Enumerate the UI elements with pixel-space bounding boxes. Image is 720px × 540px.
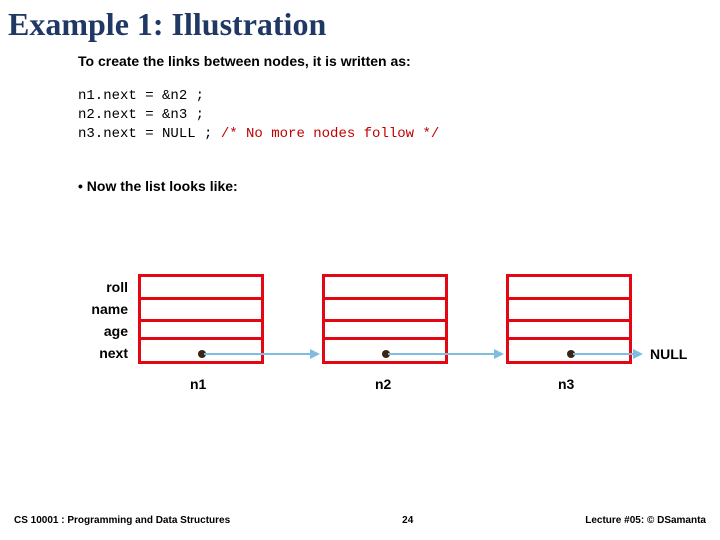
- bullet-text: • Now the list looks like:: [78, 178, 690, 194]
- field-name: name: [78, 298, 128, 320]
- footer-page-number: 24: [230, 515, 585, 526]
- footer-right: Lecture #05: © DSamanta: [585, 515, 706, 526]
- label-n3: n3: [558, 376, 574, 392]
- label-n2: n2: [375, 376, 391, 392]
- arrow-n3-null: [573, 353, 633, 355]
- label-null: NULL: [650, 346, 687, 362]
- code-line-3: n3.next = NULL ; /* No more nodes follow…: [78, 125, 690, 144]
- linked-list-diagram: roll name age next n1 n2 NULL n3: [0, 270, 720, 430]
- label-n1: n1: [190, 376, 206, 392]
- slide-title: Example 1: Illustration: [0, 0, 720, 53]
- field-age: age: [78, 320, 128, 342]
- code-comment: /* No more nodes follow */: [221, 126, 439, 142]
- code-block: n1.next = &n2 ; n2.next = &n3 ; n3.next …: [78, 87, 690, 144]
- code-line-1: n1.next = &n2 ;: [78, 87, 690, 106]
- footer-left: CS 10001 : Programming and Data Structur…: [14, 515, 230, 526]
- intro-text: To create the links between nodes, it is…: [78, 53, 690, 69]
- slide-footer: CS 10001 : Programming and Data Structur…: [14, 515, 706, 526]
- arrow-n2-n3: [388, 353, 494, 355]
- field-next: next: [78, 342, 128, 364]
- arrow-n1-n2: [204, 353, 310, 355]
- field-labels: roll name age next: [78, 276, 128, 364]
- code-line-2: n2.next = &n3 ;: [78, 106, 690, 125]
- field-roll: roll: [78, 276, 128, 298]
